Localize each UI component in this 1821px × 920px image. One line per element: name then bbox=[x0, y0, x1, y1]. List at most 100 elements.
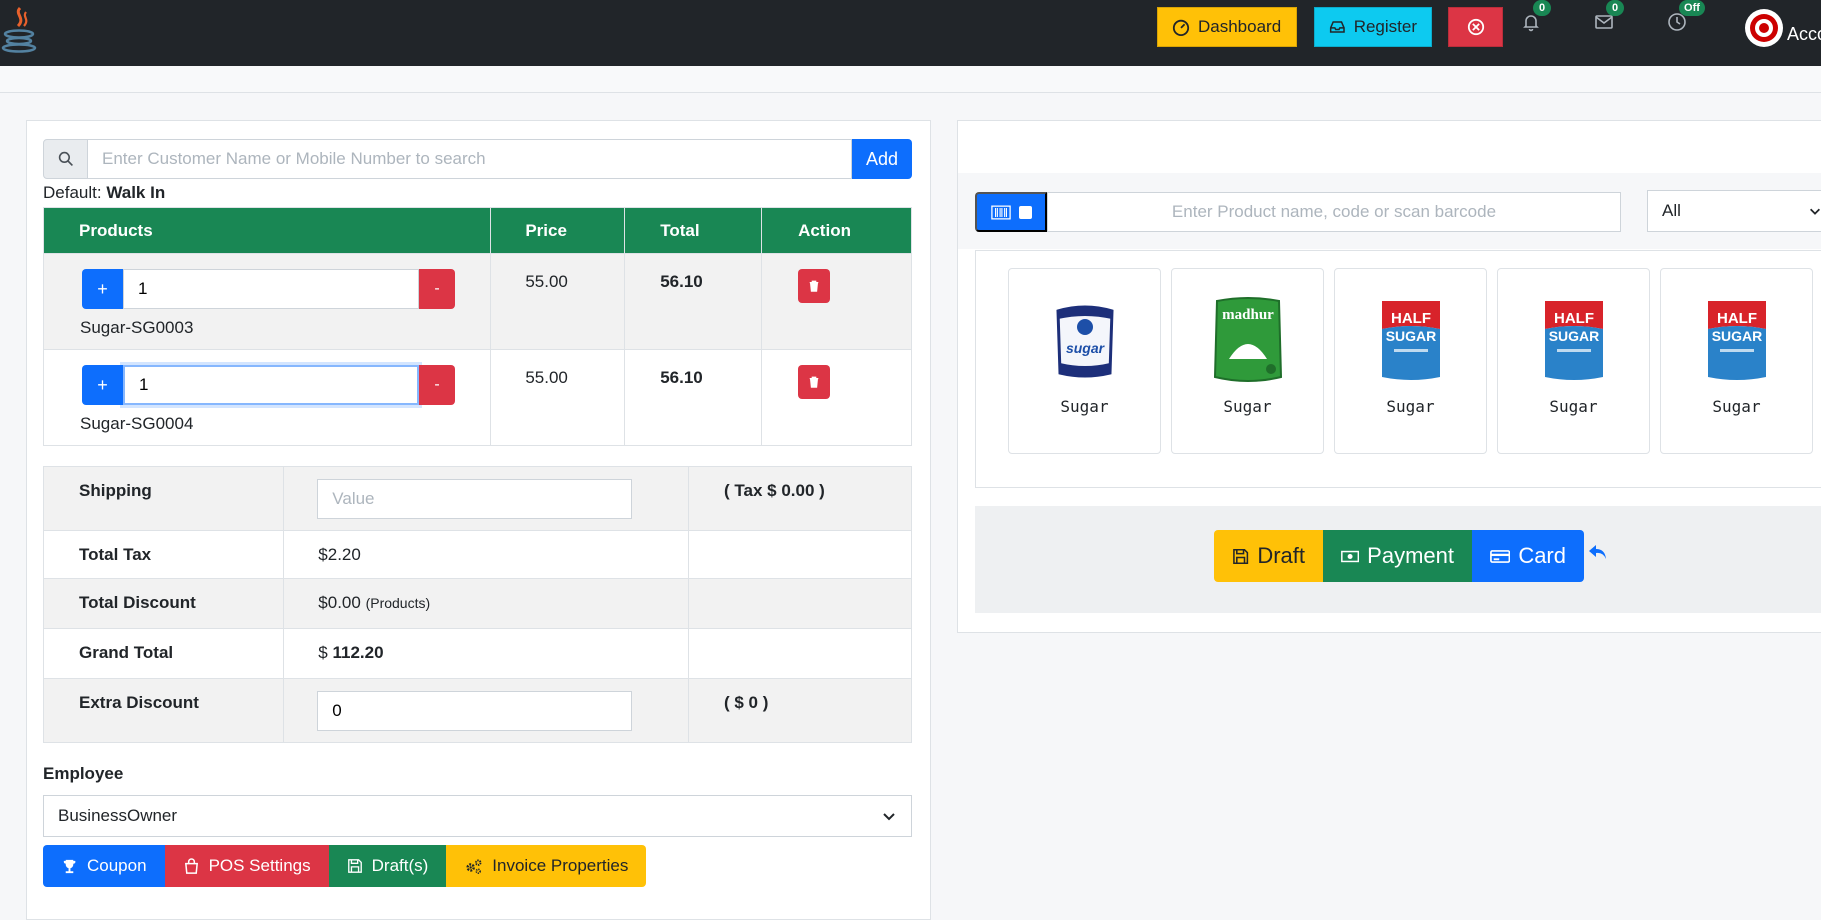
category-selected: All bbox=[1662, 201, 1681, 220]
barcode-icon bbox=[990, 205, 1011, 219]
clock-button[interactable]: Off bbox=[1661, 0, 1705, 42]
barcode-checkbox[interactable] bbox=[1018, 205, 1032, 219]
breadcrumb-strip bbox=[0, 66, 1821, 93]
dashboard-label: Dashboard bbox=[1198, 17, 1282, 36]
quantity-stepper: + - bbox=[82, 365, 455, 405]
account-label[interactable]: Acco bbox=[1787, 24, 1821, 45]
qty-increase-button[interactable]: + bbox=[82, 365, 123, 405]
draft-button[interactable]: Draft bbox=[1214, 530, 1323, 582]
qty-decrease-button[interactable]: - bbox=[419, 269, 455, 309]
product-card-name: Sugar bbox=[1223, 397, 1272, 416]
qty-input[interactable] bbox=[123, 269, 419, 309]
product-panel-header bbox=[958, 121, 1821, 174]
col-total: Total bbox=[624, 207, 763, 254]
trophy-icon bbox=[63, 859, 76, 873]
employee-select[interactable]: BusinessOwner bbox=[43, 795, 912, 837]
close-circle-icon bbox=[1467, 18, 1484, 36]
total-discount-row: Total Discount $0.00 (Products) bbox=[42, 578, 912, 629]
table-row: + - Sugar-SG0004 55.00 56.10 bbox=[42, 349, 912, 446]
total-tax-label: Total Tax bbox=[42, 530, 285, 579]
grand-total-value: 112.20 bbox=[332, 643, 384, 662]
product-total: 56.10 bbox=[624, 253, 763, 350]
product-search-input[interactable] bbox=[1047, 192, 1621, 232]
messages-button[interactable]: 0 bbox=[1588, 0, 1624, 42]
employee-label: Employee bbox=[43, 764, 124, 783]
qty-decrease-button[interactable]: - bbox=[419, 365, 455, 405]
card-button[interactable]: Card bbox=[1472, 530, 1584, 582]
product-card[interactable]: HALF SUGAR Sugar bbox=[1334, 268, 1487, 454]
card-label: Card bbox=[1518, 543, 1566, 568]
pos-settings-label: POS Settings bbox=[208, 856, 311, 875]
shipping-input[interactable] bbox=[317, 479, 633, 519]
totals-table: Shipping ( Tax $ 0.00 ) Total Tax $2.20 … bbox=[42, 466, 912, 743]
notifications-button[interactable]: 0 bbox=[1515, 0, 1551, 42]
dashboard-button[interactable]: Dashboard bbox=[1157, 7, 1297, 47]
sugar-pack-green-icon: madhur bbox=[1213, 297, 1283, 382]
product-card[interactable]: madhur Sugar bbox=[1171, 268, 1324, 454]
total-discount-value: $0.00 bbox=[318, 593, 361, 612]
target-logo-icon bbox=[1747, 11, 1781, 45]
drafts-label: Draft(s) bbox=[371, 856, 429, 875]
undo-icon[interactable] bbox=[1587, 541, 1609, 563]
invoice-properties-button[interactable]: Invoice Properties bbox=[446, 845, 647, 887]
inbox-icon bbox=[1329, 21, 1345, 33]
payment-button[interactable]: Payment bbox=[1323, 530, 1472, 582]
grand-total-label: Grand Total bbox=[42, 628, 285, 679]
barcode-toggle-button[interactable] bbox=[975, 192, 1047, 232]
draft-label: Draft bbox=[1257, 543, 1305, 568]
chevron-down-icon bbox=[883, 813, 895, 821]
sugar-pack-red-icon: HALF SUGAR bbox=[1545, 301, 1603, 380]
qty-increase-button[interactable]: + bbox=[82, 269, 123, 309]
gears-icon bbox=[466, 859, 482, 874]
bottom-toolbar: Coupon POS Settings Draft(s) Invoice Pro… bbox=[43, 845, 647, 887]
extra-discount-input[interactable] bbox=[317, 691, 633, 731]
col-products: Products bbox=[42, 207, 492, 254]
extra-discount-label: Extra Discount bbox=[42, 678, 285, 743]
svg-text:sugar: sugar bbox=[1066, 340, 1106, 356]
avatar[interactable] bbox=[1745, 9, 1783, 47]
svg-text:HALF: HALF bbox=[1391, 310, 1431, 327]
delete-item-button[interactable] bbox=[798, 365, 831, 399]
drafts-button[interactable]: Draft(s) bbox=[328, 845, 447, 887]
shipping-tax: ( Tax $ 0.00 ) bbox=[688, 466, 912, 531]
default-prefix: Default: bbox=[43, 183, 102, 202]
pos-settings-button[interactable]: POS Settings bbox=[164, 845, 329, 887]
floppy-disk-icon bbox=[1233, 548, 1249, 564]
search-icon bbox=[43, 139, 88, 179]
svg-text:HALF: HALF bbox=[1554, 310, 1594, 327]
delete-item-button[interactable] bbox=[798, 269, 831, 303]
qty-input[interactable] bbox=[123, 365, 419, 405]
grand-total-row: Grand Total $ 112.20 bbox=[42, 628, 912, 679]
col-action: Action bbox=[761, 207, 912, 254]
shipping-label: Shipping bbox=[42, 466, 285, 531]
product-price: 55.00 bbox=[490, 349, 626, 446]
add-customer-button[interactable]: Add bbox=[852, 139, 912, 179]
product-total: 56.10 bbox=[624, 349, 763, 446]
svg-text:madhur: madhur bbox=[1222, 307, 1274, 323]
close-register-button[interactable] bbox=[1448, 7, 1503, 47]
product-card[interactable]: HALF SUGAR Sugar bbox=[1497, 268, 1650, 454]
messages-badge: 0 bbox=[1606, 0, 1624, 16]
product-card[interactable]: HALF SUGAR Sugar bbox=[1660, 268, 1813, 454]
category-select[interactable]: All bbox=[1647, 190, 1821, 232]
product-card-name: Sugar bbox=[1549, 397, 1598, 416]
register-button[interactable]: Register bbox=[1314, 7, 1432, 47]
credit-card-icon bbox=[1490, 549, 1511, 563]
floppy-disk-icon bbox=[347, 859, 362, 873]
java-logo-icon[interactable] bbox=[0, 4, 42, 54]
trash-icon bbox=[809, 280, 819, 292]
grand-total-prefix: $ bbox=[318, 643, 328, 662]
shipping-row: Shipping ( Tax $ 0.00 ) bbox=[42, 466, 912, 531]
sugar-pack-red-icon: HALF SUGAR bbox=[1708, 301, 1766, 380]
customer-search-input[interactable] bbox=[88, 139, 852, 179]
svg-text:HALF: HALF bbox=[1717, 310, 1757, 327]
default-customer: Default: Walk In bbox=[43, 183, 165, 203]
product-card[interactable]: sugar Sugar bbox=[1008, 268, 1161, 454]
customer-search-group: Add bbox=[43, 139, 912, 179]
coupon-button[interactable]: Coupon bbox=[43, 845, 165, 887]
svg-text:SUGAR: SUGAR bbox=[1386, 328, 1437, 344]
discount-note: (Products) bbox=[365, 595, 431, 611]
trash-icon bbox=[809, 376, 819, 388]
money-bill-icon bbox=[1341, 550, 1360, 562]
product-price: 55.00 bbox=[490, 253, 626, 350]
